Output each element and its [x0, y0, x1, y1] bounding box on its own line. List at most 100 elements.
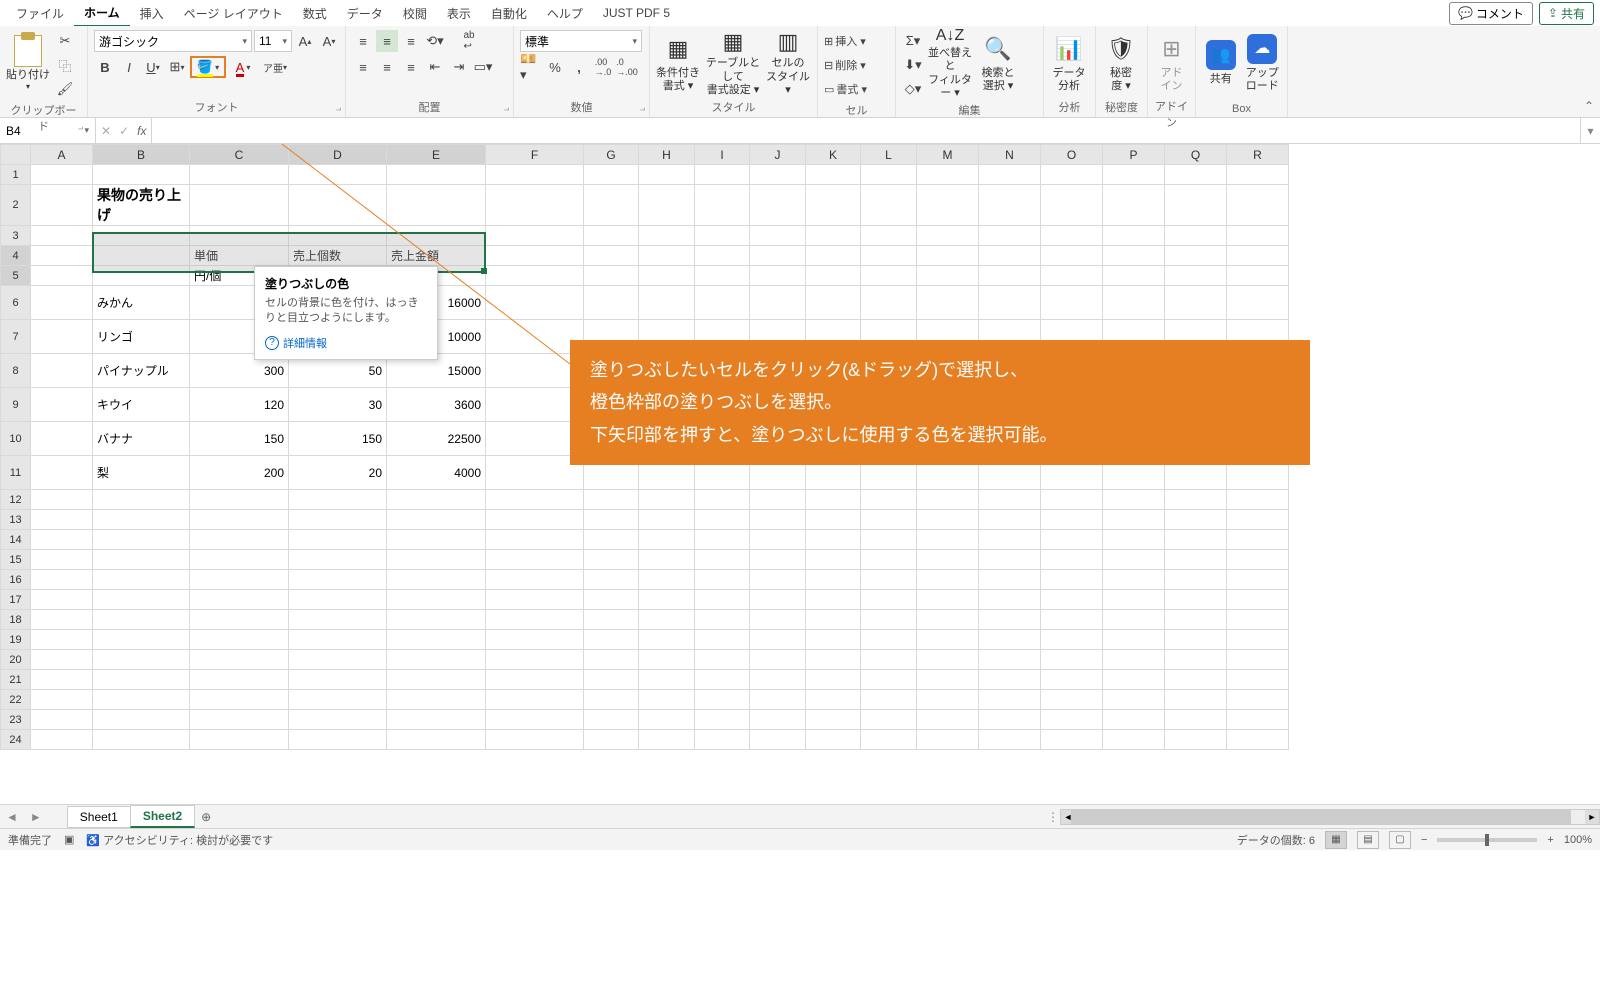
cell-M24[interactable] [917, 730, 979, 750]
cell-M13[interactable] [917, 510, 979, 530]
cell-B16[interactable] [93, 570, 190, 590]
cell-L17[interactable] [861, 590, 917, 610]
font-color-button[interactable]: A▾ [228, 56, 258, 78]
cell-J24[interactable] [750, 730, 806, 750]
cell-I3[interactable] [695, 226, 750, 246]
cell-C19[interactable] [190, 630, 289, 650]
cell-F23[interactable] [486, 710, 584, 730]
col-header-G[interactable]: G [584, 145, 639, 165]
cell-M22[interactable] [917, 690, 979, 710]
decrease-decimal-button[interactable]: .0→.00 [616, 56, 638, 78]
cell-G1[interactable] [584, 165, 639, 185]
col-header-C[interactable]: C [190, 145, 289, 165]
cell-K3[interactable] [806, 226, 861, 246]
cell-A22[interactable] [31, 690, 93, 710]
cell-F19[interactable] [486, 630, 584, 650]
cell-K15[interactable] [806, 550, 861, 570]
cell-H19[interactable] [639, 630, 695, 650]
cell-G16[interactable] [584, 570, 639, 590]
cell-R20[interactable] [1227, 650, 1289, 670]
cell-B3[interactable] [93, 226, 190, 246]
cell-A1[interactable] [31, 165, 93, 185]
cell-F1[interactable] [486, 165, 584, 185]
cell-F9[interactable] [486, 388, 584, 422]
cell-L2[interactable] [861, 185, 917, 226]
cell-G3[interactable] [584, 226, 639, 246]
cell-L23[interactable] [861, 710, 917, 730]
cell-K17[interactable] [806, 590, 861, 610]
cell-A21[interactable] [31, 670, 93, 690]
cell-H4[interactable] [639, 246, 695, 266]
cell-C23[interactable] [190, 710, 289, 730]
cell-N16[interactable] [979, 570, 1041, 590]
cell-F4[interactable] [486, 246, 584, 266]
cell-A11[interactable] [31, 456, 93, 490]
cell-B7[interactable]: リンゴ [93, 320, 190, 354]
cell-I6[interactable] [695, 286, 750, 320]
decrease-indent-button[interactable]: ⇤ [424, 56, 446, 78]
cell-P1[interactable] [1103, 165, 1165, 185]
cell-O23[interactable] [1041, 710, 1103, 730]
cell-C20[interactable] [190, 650, 289, 670]
cell-F12[interactable] [486, 490, 584, 510]
cell-D12[interactable] [289, 490, 387, 510]
cell-C14[interactable] [190, 530, 289, 550]
cell-N2[interactable] [979, 185, 1041, 226]
row-header-17[interactable]: 17 [1, 590, 31, 610]
cell-B15[interactable] [93, 550, 190, 570]
cell-C11[interactable]: 200 [190, 456, 289, 490]
cell-P5[interactable] [1103, 266, 1165, 286]
conditional-format-button[interactable]: ▦条件付き 書式 ▾ [656, 30, 700, 96]
cell-O14[interactable] [1041, 530, 1103, 550]
cell-H5[interactable] [639, 266, 695, 286]
cell-M14[interactable] [917, 530, 979, 550]
cell-I2[interactable] [695, 185, 750, 226]
cell-A4[interactable] [31, 246, 93, 266]
cell-R22[interactable] [1227, 690, 1289, 710]
cell-K5[interactable] [806, 266, 861, 286]
cell-Q20[interactable] [1165, 650, 1227, 670]
cell-O4[interactable] [1041, 246, 1103, 266]
page-layout-view-button[interactable]: ▤ [1357, 831, 1379, 849]
cell-B12[interactable] [93, 490, 190, 510]
cell-E17[interactable] [387, 590, 486, 610]
enter-formula-button[interactable]: ✓ [119, 124, 129, 138]
cell-J17[interactable] [750, 590, 806, 610]
align-right-button[interactable]: ≡ [400, 56, 422, 78]
normal-view-button[interactable]: ▦ [1325, 831, 1347, 849]
cell-A3[interactable] [31, 226, 93, 246]
cell-N23[interactable] [979, 710, 1041, 730]
align-center-button[interactable]: ≡ [376, 56, 398, 78]
col-header-J[interactable]: J [750, 145, 806, 165]
cell-M1[interactable] [917, 165, 979, 185]
cell-B10[interactable]: バナナ [93, 422, 190, 456]
cell-K24[interactable] [806, 730, 861, 750]
cell-J19[interactable] [750, 630, 806, 650]
orientation-button[interactable]: ⟲▾ [424, 30, 446, 52]
percent-button[interactable]: % [544, 56, 566, 78]
sort-filter-button[interactable]: A↓Z並べ替えと フィルター ▾ [928, 30, 972, 96]
cell-E16[interactable] [387, 570, 486, 590]
cell-A6[interactable] [31, 286, 93, 320]
cell-A16[interactable] [31, 570, 93, 590]
cell-O17[interactable] [1041, 590, 1103, 610]
cell-B21[interactable] [93, 670, 190, 690]
merge-button[interactable]: ▭▾ [472, 56, 494, 78]
row-header-12[interactable]: 12 [1, 490, 31, 510]
col-header-N[interactable]: N [979, 145, 1041, 165]
cell-K22[interactable] [806, 690, 861, 710]
cell-C15[interactable] [190, 550, 289, 570]
cell-L19[interactable] [861, 630, 917, 650]
tab-nav-prev[interactable]: ◄ [0, 810, 24, 824]
cell-F18[interactable] [486, 610, 584, 630]
cell-L20[interactable] [861, 650, 917, 670]
cell-J6[interactable] [750, 286, 806, 320]
cell-K18[interactable] [806, 610, 861, 630]
zoom-out-button[interactable]: − [1421, 834, 1427, 846]
col-header-A[interactable]: A [31, 145, 93, 165]
cell-N20[interactable] [979, 650, 1041, 670]
cell-A20[interactable] [31, 650, 93, 670]
cell-P18[interactable] [1103, 610, 1165, 630]
cell-N5[interactable] [979, 266, 1041, 286]
row-header-2[interactable]: 2 [1, 185, 31, 226]
